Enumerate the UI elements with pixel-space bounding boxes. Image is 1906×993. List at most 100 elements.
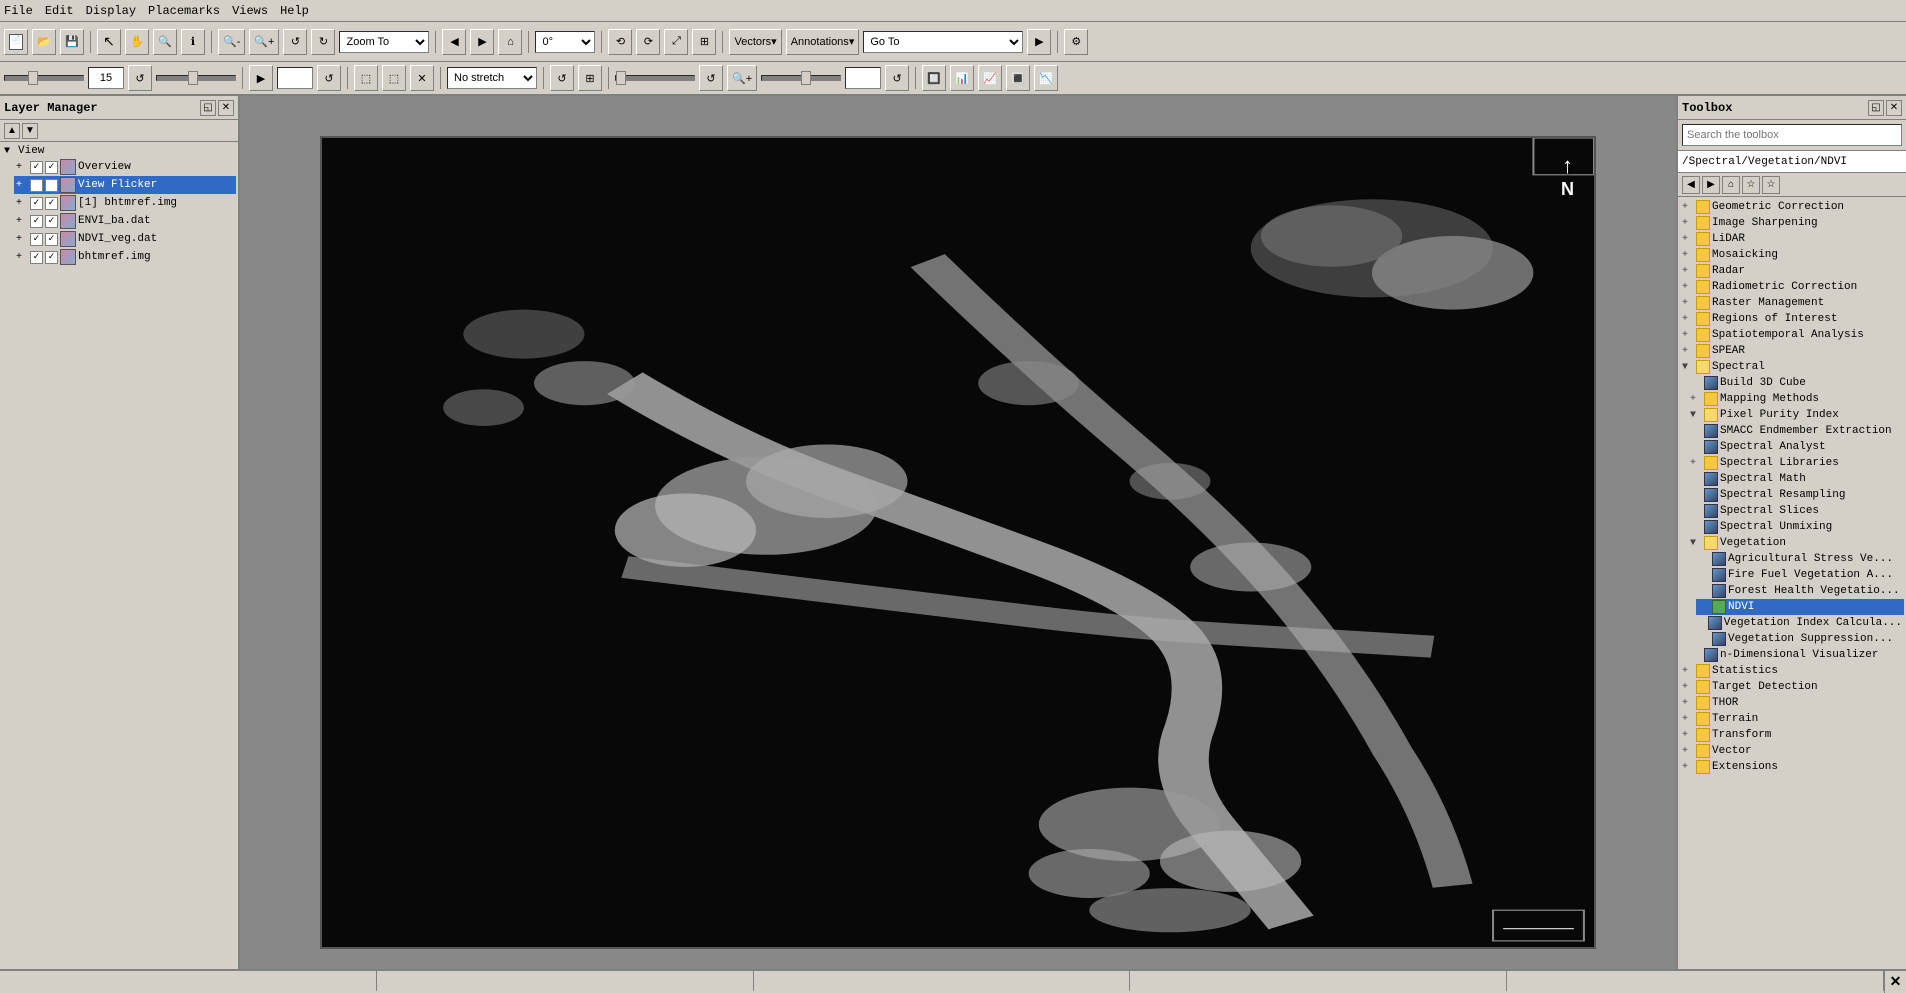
app-close-button[interactable]: ✕ [1884,971,1906,993]
toolbox-item-imagesharp[interactable]: + Image Sharpening [1680,215,1904,231]
toolbox-item-spectrallibs[interactable]: + Spectral Libraries [1688,455,1904,471]
enviba-checkbox[interactable] [30,215,43,228]
brightness-value[interactable] [88,67,124,89]
menu-display[interactable]: Display [86,4,136,18]
toolbox-item-extensions[interactable]: + Extensions [1680,759,1904,775]
toolbox-item-mosaicking[interactable]: + Mosaicking [1680,247,1904,263]
toolbox-item-radar[interactable]: + Radar [1680,263,1904,279]
toolbox-back-btn[interactable]: ◀ [1682,176,1700,194]
toolbox-close-btn[interactable]: ✕ [1886,100,1902,116]
bhtmref1-vis-checkbox[interactable] [45,197,58,210]
layer-item-bhtmref1[interactable]: + [1] bhtmref.img [14,194,236,212]
nav-home-button[interactable]: ⌂ [498,29,522,55]
menu-help[interactable]: Help [280,4,309,18]
toolbox-item-spectralanalyst[interactable]: Spectral Analyst [1688,439,1904,455]
menu-views[interactable]: Views [232,4,268,18]
viewflicker-vis-checkbox[interactable] [45,179,58,192]
opacity-zoom-in[interactable]: 🔍+ [727,65,757,91]
pan-right-button[interactable]: ↻ [311,29,335,55]
stretch-apply[interactable]: ⊞ [578,65,602,91]
nav-back-button[interactable]: ◀ [442,29,466,55]
toolbox-item-ndim[interactable]: n-Dimensional Visualizer [1688,647,1904,663]
grid-button[interactable]: ⊞ [692,29,716,55]
pan-left-button[interactable]: ↺ [283,29,307,55]
rotate-right-button[interactable]: ⟳ [636,29,660,55]
rotate-left-button[interactable]: ⟲ [608,29,632,55]
roi-btn2[interactable]: ⬚ [382,65,406,91]
rotation-select[interactable]: 0° [535,31,595,53]
ndviveg-vis-checkbox[interactable] [45,233,58,246]
toolbox-star-btn[interactable]: ☆ [1742,176,1760,194]
zoom-in-button[interactable]: 🔍+ [249,29,279,55]
toolbox-item-smacc[interactable]: SMACC Endmember Extraction [1688,423,1904,439]
brightness-refresh[interactable]: ↺ [128,65,152,91]
toolbox-item-terrain[interactable]: + Terrain [1680,711,1904,727]
toolbox-list-btn[interactable]: ☆ [1762,176,1780,194]
opacity-value[interactable]: 0 [845,67,881,89]
opacity-slider[interactable] [615,75,695,81]
info-button[interactable]: ℹ [181,29,205,55]
roi-btn3[interactable]: ✕ [410,65,434,91]
overview-vis-checkbox[interactable] [45,161,58,174]
cursor-button[interactable]: ↖ [97,29,121,55]
nav-step-btn[interactable]: ▶ [249,65,273,91]
annotations-button[interactable]: Annotations ▾ [786,29,860,55]
vectors-button[interactable]: Vectors ▾ [729,29,781,55]
hand-button[interactable]: ✋ [125,29,149,55]
toolbox-item-ppi[interactable]: ▼ Pixel Purity Index [1688,407,1904,423]
toolbox-float-btn[interactable]: ◱ [1868,100,1884,116]
toolbox-item-roi[interactable]: + Regions of Interest [1680,311,1904,327]
new-file-button[interactable]: 📄 [4,29,28,55]
layer-expand-btn[interactable]: ▼ [22,123,38,139]
toolbox-item-statistics[interactable]: + Statistics [1680,663,1904,679]
toolbox-item-spectral[interactable]: ▼ Spectral [1680,359,1904,375]
tool-b[interactable]: 📊 [950,65,974,91]
layer-item-enviba[interactable]: + ENVI_ba.dat [14,212,236,230]
toolbox-item-spectralunmix[interactable]: Spectral Unmixing [1688,519,1904,535]
tool-a[interactable]: 🔲 [922,65,946,91]
step-refresh[interactable]: ↺ [317,65,341,91]
layer-item-ndviveg[interactable]: + NDVI_veg.dat [14,230,236,248]
tool-c[interactable]: 📈 [978,65,1002,91]
toolbox-item-spatiotemporal[interactable]: + Spatiotemporal Analysis [1680,327,1904,343]
toolbox-item-firefuel[interactable]: Fire Fuel Vegetation A... [1696,567,1904,583]
toolbox-item-vector[interactable]: + Vector [1680,743,1904,759]
toolbox-item-vegsuppress[interactable]: Vegetation Suppression... [1696,631,1904,647]
bhtmref1-checkbox[interactable] [30,197,43,210]
layer-item-overview[interactable]: + Overview [14,158,236,176]
layer-item-viewflicker[interactable]: + View Flicker [14,176,236,194]
toolbox-item-mapping[interactable]: + Mapping Methods [1688,391,1904,407]
enviba-vis-checkbox[interactable] [45,215,58,228]
layer-manager-float-btn[interactable]: ◱ [200,100,216,116]
toolbox-item-vegindex[interactable]: Vegetation Index Calcula... [1696,615,1904,631]
toolbox-item-spear[interactable]: + SPEAR [1680,343,1904,359]
step-value[interactable]: 20 [277,67,313,89]
toolbox-item-agristress[interactable]: Agricultural Stress Ve... [1696,551,1904,567]
zoom-to-select[interactable]: Zoom To [339,31,429,53]
toolbox-item-spectralslices[interactable]: Spectral Slices [1688,503,1904,519]
ndviveg-checkbox[interactable] [30,233,43,246]
toolbox-item-spectralresamp[interactable]: Spectral Resampling [1688,487,1904,503]
tool-e[interactable]: 📉 [1034,65,1058,91]
magnify-button[interactable]: 🔍 [153,29,177,55]
image-container[interactable]: ↑ N [320,136,1596,949]
zoom-out-button[interactable]: 🔍- [218,29,245,55]
menu-file[interactable]: File [4,4,33,18]
toolbox-search-input[interactable] [1682,124,1902,146]
layer-collapse-btn[interactable]: ▲ [4,123,20,139]
open-button[interactable]: 📂 [32,29,56,55]
toolbox-item-rastermgmt[interactable]: + Raster Management [1680,295,1904,311]
toolbox-item-geometric[interactable]: + Geometric Correction [1680,199,1904,215]
toolbox-item-lidar[interactable]: + LiDAR [1680,231,1904,247]
layer-manager-close-btn[interactable]: ✕ [218,100,234,116]
menu-placemarks[interactable]: Placemarks [148,4,220,18]
toolbox-item-vegetation[interactable]: ▼ Vegetation [1688,535,1904,551]
toolbox-item-transform[interactable]: + Transform [1680,727,1904,743]
toolbox-item-radiometric[interactable]: + Radiometric Correction [1680,279,1904,295]
goto-select[interactable]: Go To [863,31,1023,53]
viewflicker-checkbox[interactable] [30,179,43,192]
toolbox-item-spectralmath[interactable]: Spectral Math [1688,471,1904,487]
zoom-refresh[interactable]: ↺ [885,65,909,91]
save-button[interactable]: 💾 [60,29,84,55]
toolbox-item-targetdetect[interactable]: + Target Detection [1680,679,1904,695]
